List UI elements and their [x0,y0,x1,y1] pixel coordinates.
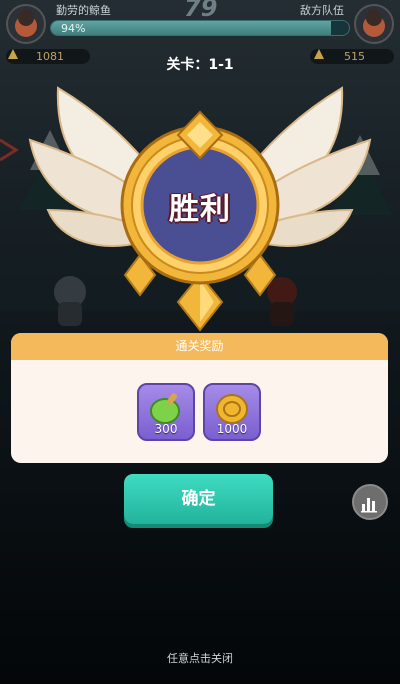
stage-label: 关卡：1-1 [166,57,234,73]
reward-count: 300 [154,422,178,436]
enemy-name: 敌方队伍 [300,4,344,17]
confirm-button[interactable]: 确定 [124,474,273,524]
reward-count: 1000 [216,422,248,436]
reward-panel-header: 通关奖励 [11,333,388,360]
reward-item-coin[interactable]: 1000 [203,383,261,441]
player-name: 勤劳的鲸鱼 [56,4,111,17]
green-potion-icon [150,393,180,424]
reward-item-potion[interactable]: 300 [137,383,195,441]
victory-title: 胜利 [169,192,231,227]
bar-chart-icon [361,498,377,513]
close-hint[interactable]: 任意点击关闭 [0,650,400,666]
stats-button[interactable] [352,484,388,520]
hp-bar-fill [51,21,332,35]
hp-bar: 94% [50,20,350,36]
battle-score: 79 [184,0,218,22]
enemy-avatar [354,4,394,44]
reward-panel: 通关奖励 300 1000 [11,333,388,463]
hp-percent: 94% [61,22,86,35]
player-avatar [6,4,46,44]
gold-coin-icon [216,394,248,424]
